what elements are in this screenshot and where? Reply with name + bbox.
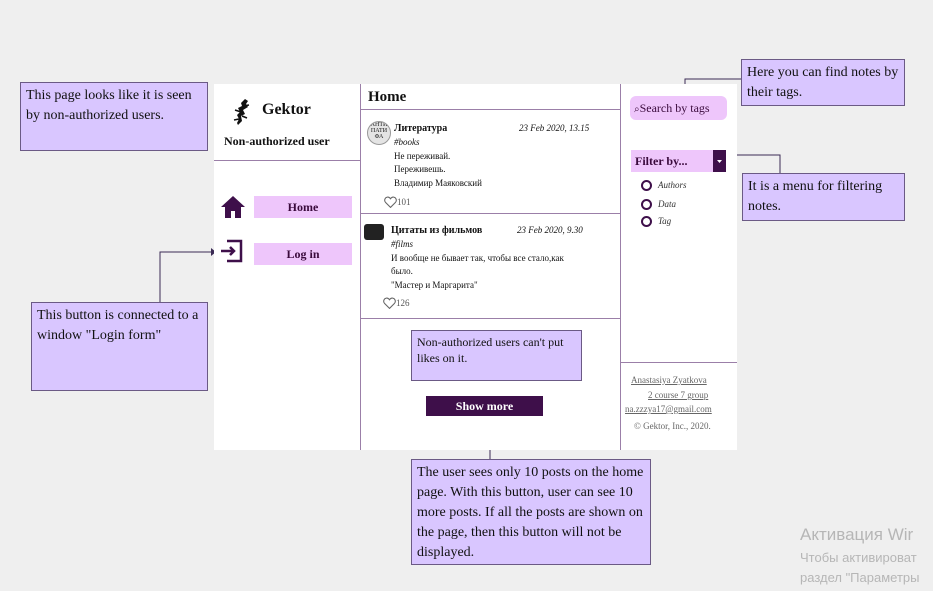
post-date: 23 Feb 2020, 13.15 <box>519 123 590 133</box>
post-text-line: Не переживай. <box>394 151 451 161</box>
filter-option-label: Tag <box>658 216 672 226</box>
show-more-button[interactable]: Show more <box>426 396 543 416</box>
post-text-line: И вообще не бывает так, чтобы все стало,… <box>391 253 564 263</box>
divider <box>360 84 361 450</box>
divider <box>621 362 737 363</box>
footer-group[interactable]: 2 course 7 group <box>648 390 708 400</box>
post-avatar: АНТИ ПАТИ ФА <box>367 121 391 145</box>
watermark-line: Чтобы активироват <box>800 550 917 565</box>
post-avatar <box>364 224 384 240</box>
likes-count: 126 <box>396 298 410 308</box>
filter-option-radio[interactable] <box>641 199 652 210</box>
home-button[interactable]: Home <box>254 196 352 218</box>
footer-copyright: © Gektor, Inc., 2020. <box>634 421 711 431</box>
note-filter-menu: It is a menu for filtering notes. <box>742 173 905 221</box>
post-text-line: "Мастер и Маргарита" <box>391 280 478 290</box>
watermark-line: раздел "Параметры <box>800 570 920 585</box>
note-login-button: This button is connected to a window "Lo… <box>31 302 208 391</box>
post-tag[interactable]: #films <box>391 239 413 249</box>
post-title: Цитаты из фильмов <box>391 225 483 236</box>
lizard-logo-icon <box>233 99 250 125</box>
filter-option-radio[interactable] <box>641 216 652 227</box>
chevron-down-icon[interactable] <box>713 150 726 172</box>
filter-option-radio[interactable] <box>641 180 652 191</box>
post-title: Литература <box>394 123 448 134</box>
post-date: 23 Feb 2020, 9.30 <box>517 225 583 235</box>
heart-icon <box>384 196 397 208</box>
brand-name: Gektor <box>262 101 311 118</box>
note-likes: Non-authorized users can't put likes on … <box>411 330 582 381</box>
note-non-authorized: This page looks like it is seen by non-a… <box>20 82 208 151</box>
divider <box>361 318 620 319</box>
login-button[interactable]: Log in <box>254 243 352 265</box>
footer-email-link[interactable]: na.zzzya17@gmail.com <box>625 404 712 414</box>
search-by-tags-button[interactable]: ⌕Search by tags <box>630 96 727 120</box>
divider <box>214 160 360 161</box>
likes-count: 101 <box>397 197 411 207</box>
filter-dropdown[interactable]: Filter by... <box>631 150 726 172</box>
filter-option-label: Authors <box>658 180 687 190</box>
filter-label: Filter by... <box>635 154 688 168</box>
filter-option-label: Data <box>658 199 676 209</box>
post-text-line: Переживешь. <box>394 164 446 174</box>
divider <box>361 109 620 110</box>
note-show-more: The user sees only 10 posts on the home … <box>411 459 651 565</box>
watermark-title: Активация Wir <box>800 525 914 544</box>
user-status: Non-authorized user <box>224 134 330 148</box>
search-label: Search by tags <box>639 101 710 115</box>
note-search-tags: Here you can find notes by their tags. <box>741 59 905 106</box>
home-icon[interactable] <box>220 195 246 219</box>
post-text-line: Владимир Маяковский <box>394 178 482 188</box>
login-icon[interactable] <box>219 239 245 263</box>
footer-author-link[interactable]: Anastasiya Zyatkova <box>631 375 707 385</box>
divider <box>361 213 620 214</box>
post-text-line: было. <box>391 266 413 276</box>
post-tag[interactable]: #books <box>394 137 420 147</box>
heart-icon <box>383 297 396 309</box>
page-title: Home <box>368 89 407 105</box>
divider <box>620 84 621 450</box>
